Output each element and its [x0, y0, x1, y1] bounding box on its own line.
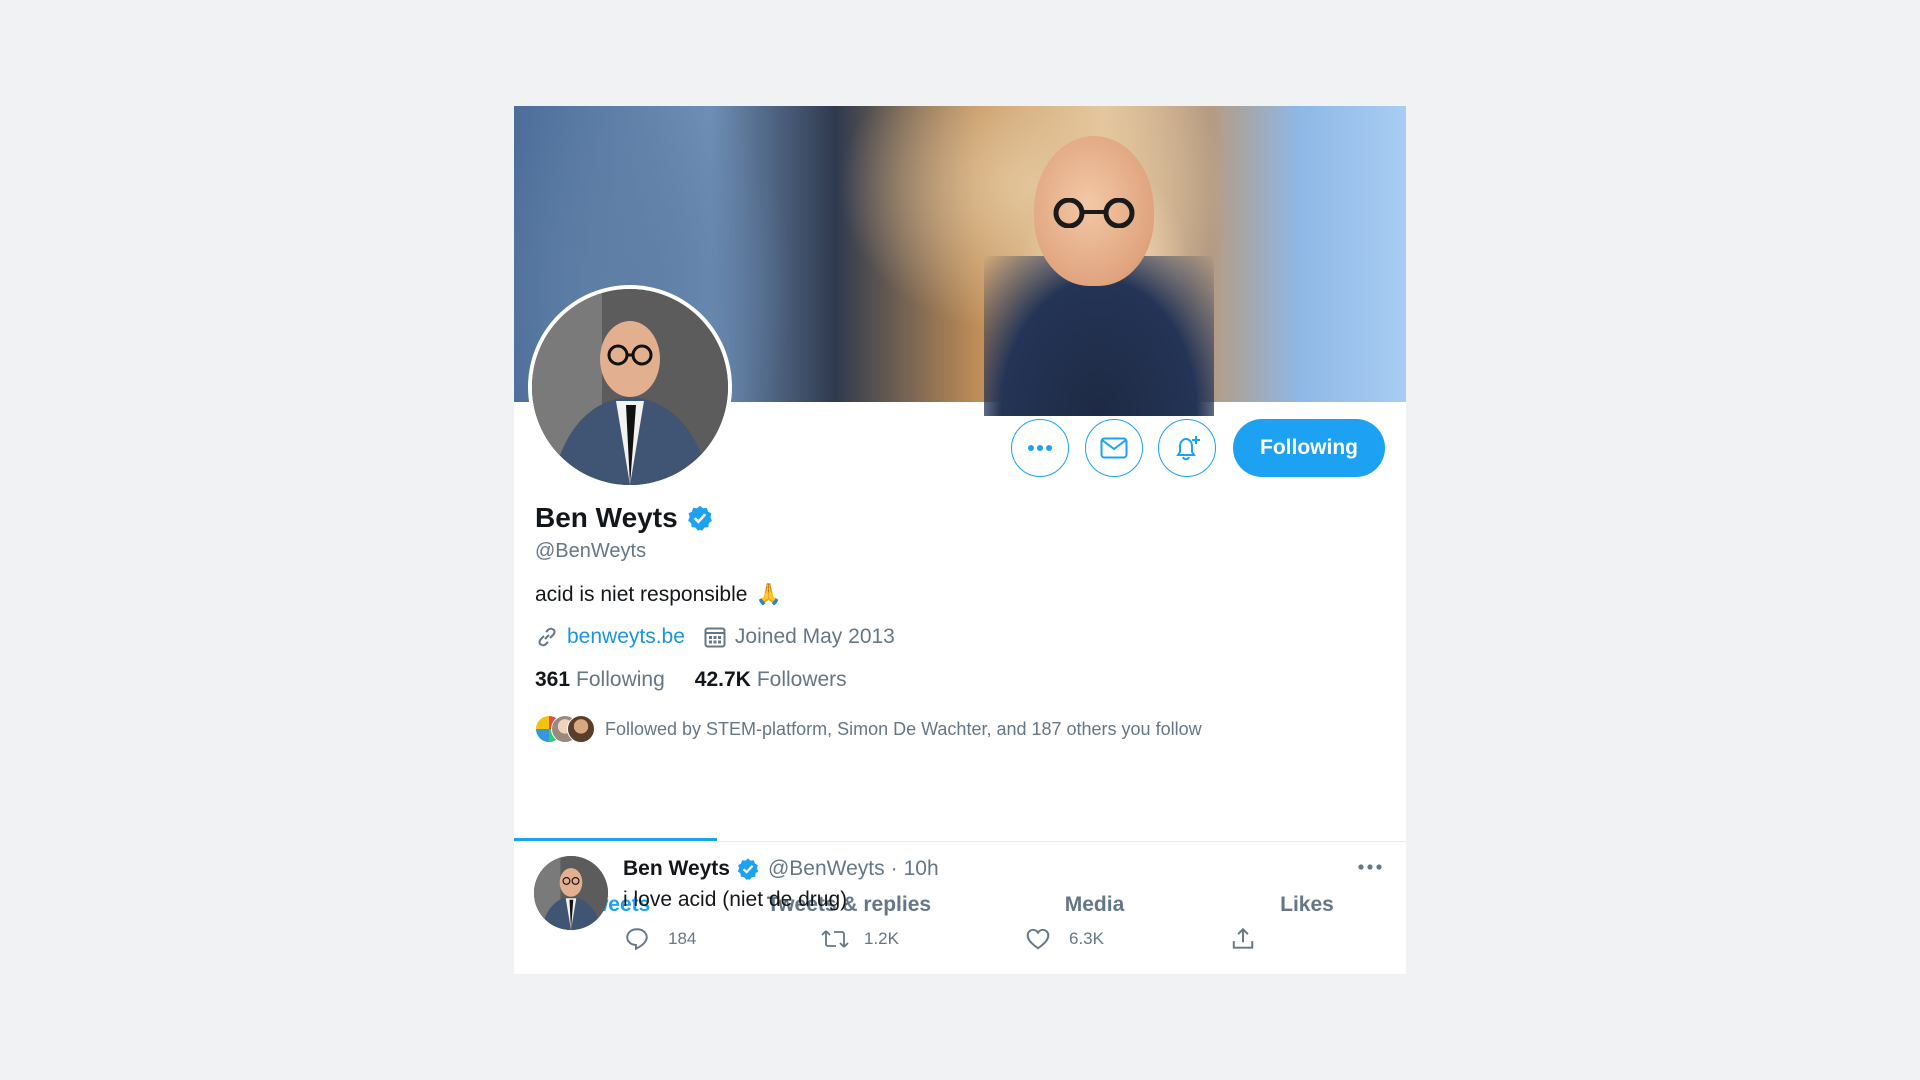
followed-by-text: Followed by STEM-platform, Simon De Wach…: [605, 718, 1202, 739]
tweet-header: Ben Weyts @BenWeyts · 10h: [623, 857, 939, 881]
retweet-button[interactable]: 1.2K: [820, 926, 899, 952]
profile-card: Following Ben Weyts @BenWeyts acid is ni…: [514, 106, 1406, 974]
followed-by[interactable]: Followed by STEM-platform, Simon De Wach…: [535, 715, 1202, 743]
followers-count: 42.7K: [694, 668, 751, 691]
avatar: [567, 715, 595, 743]
bell-plus-icon: [1176, 436, 1200, 461]
profile-meta: benweyts.be Joined May 2013: [535, 625, 895, 649]
like-icon: [1026, 928, 1050, 950]
profile-avatar[interactable]: [528, 285, 732, 489]
website-link[interactable]: benweyts.be: [567, 625, 685, 649]
reply-button[interactable]: 184: [624, 926, 696, 952]
link-icon: [535, 625, 559, 649]
profile-bio: acid is niet responsible 🙏: [535, 583, 782, 607]
tweet-timestamp[interactable]: 10h: [904, 857, 939, 881]
profile-handle: @BenWeyts: [535, 540, 647, 562]
banner-figure-glasses: [1053, 198, 1135, 228]
tweet-more-button[interactable]: [1357, 858, 1383, 876]
tweet-avatar[interactable]: [534, 856, 608, 930]
following-stat[interactable]: 361 Following: [535, 668, 665, 692]
followed-by-avatars: [535, 715, 595, 743]
mail-icon: [1100, 437, 1128, 459]
following-button[interactable]: Following: [1233, 419, 1385, 477]
more-icon: [1028, 445, 1052, 451]
following-count: 361: [535, 668, 571, 691]
more-options-button[interactable]: [1011, 419, 1069, 477]
notifications-button[interactable]: [1158, 419, 1216, 477]
tweet-text: i love acid (niet de drug): [623, 888, 848, 911]
share-icon: [1232, 927, 1254, 949]
avatar-portrait: [532, 289, 728, 485]
following-label: Following: [576, 668, 665, 691]
tweet-author-handle[interactable]: @BenWeyts: [768, 857, 885, 881]
retweet-count: 1.2K: [864, 929, 899, 948]
verified-icon: [686, 504, 714, 532]
profile-stats: 361 Following 42.7K Followers: [535, 668, 847, 692]
verified-icon: [736, 857, 760, 881]
followers-stat[interactable]: 42.7K Followers: [695, 668, 847, 692]
calendar-icon: [703, 625, 727, 649]
tweet-separator: ·: [890, 857, 898, 880]
tweet-author-name[interactable]: Ben Weyts: [623, 857, 730, 881]
like-button[interactable]: 6.3K: [1025, 926, 1104, 952]
like-count: 6.3K: [1069, 929, 1104, 948]
reply-count: 184: [668, 929, 697, 948]
bio-text: acid is niet responsible: [535, 583, 748, 606]
followers-label: Followers: [756, 668, 847, 691]
more-icon: [1358, 864, 1382, 870]
joined-date: Joined May 2013: [734, 625, 895, 648]
reply-icon: [626, 928, 648, 951]
avatar-portrait: [534, 856, 608, 930]
share-button[interactable]: [1230, 926, 1256, 952]
message-button[interactable]: [1085, 419, 1143, 477]
profile-name-text: Ben Weyts: [535, 502, 678, 533]
tabs-divider: [514, 841, 1406, 842]
bio-emoji: 🙏: [755, 583, 782, 606]
retweet-icon: [821, 930, 849, 948]
profile-name: Ben Weyts: [535, 502, 714, 534]
